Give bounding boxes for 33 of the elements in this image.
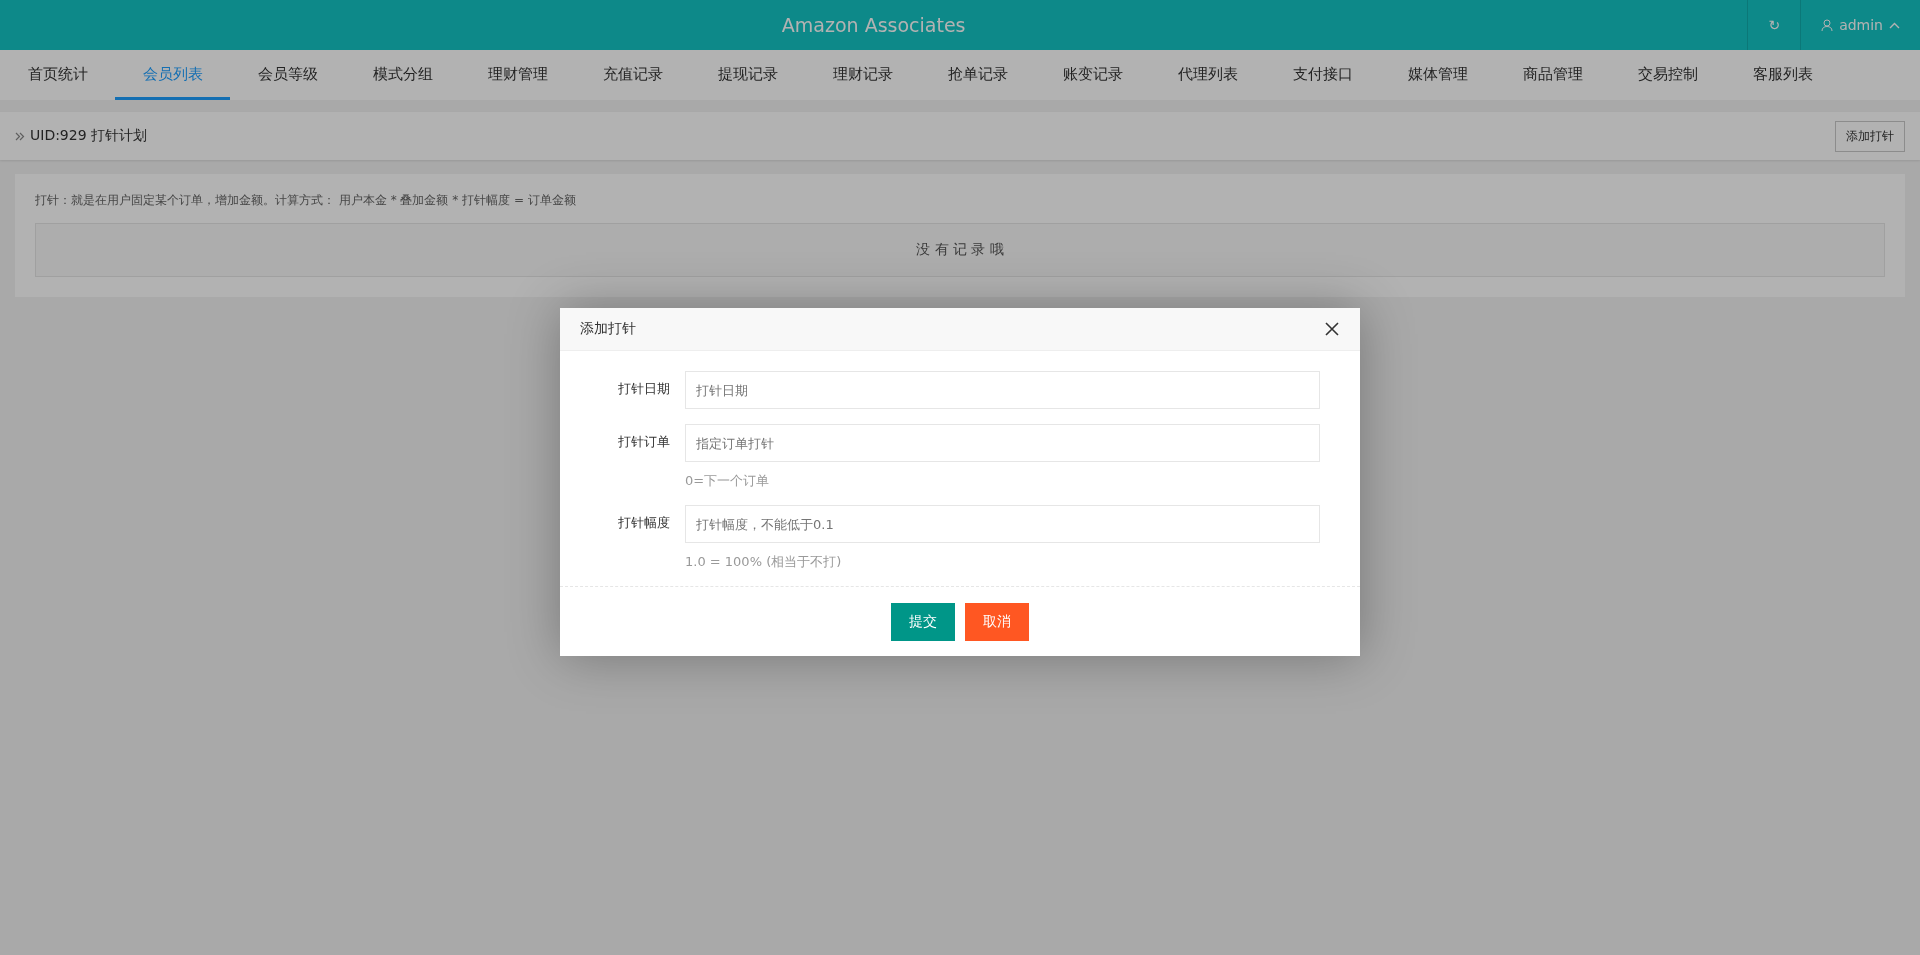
user-icon [1821, 18, 1834, 32]
nav-tab[interactable]: 商品管理 [1495, 50, 1610, 100]
nav-tab[interactable]: 抢单记录 [920, 50, 1035, 100]
nav-tab[interactable]: 交易控制 [1610, 50, 1725, 100]
close-icon[interactable] [1324, 321, 1340, 337]
nav-tab[interactable]: 客服列表 [1725, 50, 1840, 100]
nav-tab[interactable]: 提现记录 [690, 50, 805, 100]
nav-tab[interactable]: 充值记录 [575, 50, 690, 100]
nav-tab[interactable]: 代理列表 [1150, 50, 1265, 100]
breadcrumb: UID:929 打针计划 [30, 127, 148, 145]
input-field[interactable]: 打针幅度，不能低于0.1 [685, 505, 1320, 543]
app-title: Amazon Associates [780, 14, 967, 36]
double-chevron-icon [15, 131, 25, 141]
nav-tab[interactable]: 模式分组 [345, 50, 460, 100]
field-label: 打针幅度 [617, 514, 671, 532]
nav-tab[interactable]: 理财管理 [460, 50, 575, 100]
add-button[interactable]: 添加打针 [1835, 120, 1905, 152]
nav-tab[interactable]: 支付接口 [1265, 50, 1380, 100]
empty-message: 没 有 记 录 哦 [35, 223, 1885, 277]
nav-tab[interactable]: 首页统计 [0, 50, 115, 100]
field-label: 打针订单 [617, 433, 671, 451]
notice-text: 打针：就是在用户固定某个订单，增加金额。计算方式： 用户本金 * 叠加金额 * 打针幅度 = 订单金额 [35, 192, 577, 209]
nav-tab[interactable]: 会员等级 [230, 50, 345, 100]
caret-icon [1889, 21, 1900, 29]
input-field[interactable]: 指定订单打针 [685, 424, 1320, 462]
nav-tab[interactable]: 媒体管理 [1380, 50, 1495, 100]
field-label: 打针日期 [617, 380, 671, 398]
dialog-title: 添加打针 [580, 320, 636, 338]
field-hint: 1.0 = 100% (相当于不打) [685, 553, 843, 571]
submit-button[interactable]: 提交 [891, 603, 955, 641]
nav-tab[interactable]: 理财记录 [805, 50, 920, 100]
nav-tab[interactable]: 账变记录 [1035, 50, 1150, 100]
input-field[interactable]: 打针日期 [685, 371, 1320, 409]
